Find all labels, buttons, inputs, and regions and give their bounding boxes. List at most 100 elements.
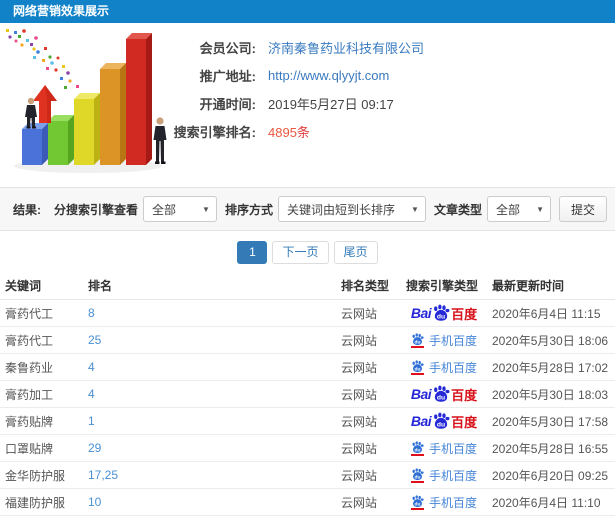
header-updated: 最新更新时间 — [492, 279, 565, 293]
mobile-baidu-icon: du — [410, 494, 424, 510]
keyword-cell: 口罩贴牌 — [5, 441, 54, 456]
chevron-down-icon: ▼ — [536, 204, 544, 214]
updated-cell: 2020年6月4日 11:15 — [492, 306, 601, 321]
keyword-cell: 膏药贴牌 — [5, 414, 54, 429]
rank-link[interactable]: 17,25 — [88, 468, 118, 482]
filter-controls: 分搜索引擎查看 全部 ▼ 排序方式 关键词由短到长排序 ▼ 文章类型 全部 ▼ … — [46, 196, 607, 222]
baidu-mobile-badge: du 手机百度 — [410, 467, 477, 484]
table-row: 口罩贴牌 29 云网站 Baidu百度 du手机百度 2020年5月28日 16… — [0, 435, 615, 462]
bar-green — [48, 115, 74, 165]
svg-text:du: du — [415, 501, 421, 507]
rank-type-cell: 云网站 — [341, 495, 378, 510]
table-row: 膏药代工 8 云网站 Baidu百度 du手机百度 2020年6月4日 11:1… — [0, 300, 615, 327]
article-type-value: 全部 — [495, 202, 520, 217]
submit-button[interactable]: 提交 — [558, 196, 607, 222]
info-row-company: 会员公司: 济南秦鲁药业科技有限公司 — [170, 38, 424, 56]
mobile-baidu-icon: du — [410, 332, 424, 348]
page-1-button[interactable]: 1 — [237, 241, 268, 264]
rank-type-cell: 云网站 — [341, 387, 378, 402]
search-engine-cell: Baidu百度 du手机百度 — [401, 467, 487, 484]
table-row-partial — [0, 516, 615, 520]
search-engine-cell: Baidu百度 du手机百度 — [401, 359, 487, 376]
header-rank: 排名 — [88, 279, 113, 293]
rank-type-cell: 云网站 — [341, 441, 378, 456]
table-row: 福建防护服 10 云网站 Baidu百度 du手机百度 2020年6月4日 11… — [0, 489, 615, 516]
keyword-cell: 膏药代工 — [5, 333, 54, 348]
open-time-label: 开通时间: — [199, 96, 256, 112]
svg-text:du: du — [415, 474, 421, 480]
search-engine-cell: Baidu百度 du手机百度 — [401, 332, 487, 349]
header-keyword: 关键词 — [5, 279, 42, 293]
rank-type-cell: 云网站 — [341, 414, 378, 429]
rank-count-label: 搜索引擎排名: — [173, 124, 256, 140]
header-engine-type: 搜索引擎类型 — [406, 279, 479, 293]
rank-link[interactable]: 4 — [88, 387, 95, 401]
sort-select[interactable]: 关键词由短到长排序 ▼ — [277, 196, 426, 222]
sort-label: 排序方式 — [224, 202, 273, 217]
info-row-open-time: 开通时间: 2019年5月27日 09:17 — [170, 94, 424, 112]
article-type-select[interactable]: 全部 ▼ — [486, 196, 551, 222]
chevron-down-icon: ▼ — [202, 204, 210, 214]
info-row-url: 推广地址: http://www.qlyyjt.com — [170, 66, 424, 84]
keyword-cell: 膏药代工 — [5, 306, 54, 321]
baidu-paw-icon: du — [434, 304, 450, 321]
table-row: 膏药贴牌 1 云网站 Baidu百度 du手机百度 2020年5月30日 17:… — [0, 408, 615, 435]
pagination: 1 下一页 尾页 — [0, 241, 615, 264]
svg-text:du: du — [415, 366, 421, 372]
table-row: 秦鲁药业 4 云网站 Baidu百度 du手机百度 2020年5月28日 17:… — [0, 354, 615, 381]
table-row: 膏药代工 25 云网站 Baidu百度 du手机百度 2020年5月30日 18… — [0, 327, 615, 354]
rank-link[interactable]: 29 — [88, 441, 101, 455]
baidu-mobile-badge: du 手机百度 — [410, 440, 477, 457]
mobile-baidu-icon: du — [410, 467, 424, 483]
rank-type-cell: 云网站 — [341, 333, 378, 348]
last-page-button[interactable]: 尾页 — [333, 241, 378, 264]
results-table: 关键词 排名 排名类型 搜索引擎类型 最新更新时间 膏药代工 8 云网站 Bai… — [0, 272, 615, 520]
svg-text:du: du — [437, 421, 445, 428]
open-time-value: 2019年5月27日 09:17 — [268, 96, 394, 112]
search-engine-cell: Baidu百度 du手机百度 — [401, 304, 487, 323]
rank-link[interactable]: 4 — [88, 360, 95, 374]
chevron-down-icon: ▼ — [411, 204, 419, 214]
keyword-cell: 膏药加工 — [5, 387, 54, 402]
confetti-dots — [6, 29, 79, 89]
baidu-mobile-badge: du 手机百度 — [410, 359, 477, 376]
engine-filter-select[interactable]: 全部 ▼ — [142, 196, 217, 222]
businessman-right — [153, 117, 167, 164]
rank-link[interactable]: 25 — [88, 333, 101, 347]
rank-link[interactable]: 1 — [88, 414, 95, 428]
company-name-link[interactable]: 济南秦鲁药业科技有限公司 — [268, 38, 424, 57]
keyword-cell: 秦鲁药业 — [5, 360, 54, 375]
info-row-rank-count: 搜索引擎排名: 4895条 — [170, 122, 424, 140]
page-title: 网络营销效果展示 — [13, 4, 110, 18]
baidu-paw-icon: du — [434, 412, 450, 429]
bar-orange — [100, 63, 126, 165]
bar-yellow — [74, 93, 100, 165]
table-row: 膏药加工 4 云网站 Baidu百度 du手机百度 2020年5月30日 18:… — [0, 381, 615, 408]
engine-filter-label: 分搜索引擎查看 — [53, 202, 138, 217]
header-rank-type: 排名类型 — [341, 279, 390, 293]
promo-url-link[interactable]: http://www.qlyyjt.com — [268, 68, 389, 83]
rank-link[interactable]: 8 — [88, 306, 95, 320]
keyword-cell: 福建防护服 — [5, 495, 66, 510]
baidu-pc-logo: Bai du 百度 — [410, 304, 478, 322]
company-label: 会员公司: — [199, 40, 256, 56]
baidu-mobile-badge: du 手机百度 — [410, 494, 477, 511]
search-engine-cell: Baidu百度 du手机百度 — [401, 440, 487, 457]
search-engine-cell: Baidu百度 du手机百度 — [401, 412, 487, 431]
svg-text:du: du — [415, 447, 421, 453]
bar-red — [126, 33, 152, 165]
updated-cell: 2020年5月30日 18:06 — [492, 333, 609, 348]
search-engine-cell: Baidu百度 du手机百度 — [401, 385, 487, 404]
rank-type-cell: 云网站 — [341, 306, 378, 321]
rank-count-value: 4895 — [268, 124, 297, 140]
next-page-button[interactable]: 下一页 — [272, 241, 329, 264]
window-title-bar: 网络营销效果展示 — [0, 0, 615, 23]
updated-cell: 2020年5月28日 16:55 — [492, 441, 609, 456]
baidu-pc-logo: Bai du 百度 — [410, 412, 478, 430]
company-info-list: 会员公司: 济南秦鲁药业科技有限公司 推广地址: http://www.qlyy… — [170, 25, 424, 187]
search-engine-cell: Baidu百度 du手机百度 — [401, 494, 487, 511]
growth-chart-illustration — [0, 25, 170, 177]
engine-filter-value: 全部 — [151, 202, 176, 217]
result-label: 结果: — [13, 202, 41, 217]
rank-link[interactable]: 10 — [88, 495, 101, 509]
